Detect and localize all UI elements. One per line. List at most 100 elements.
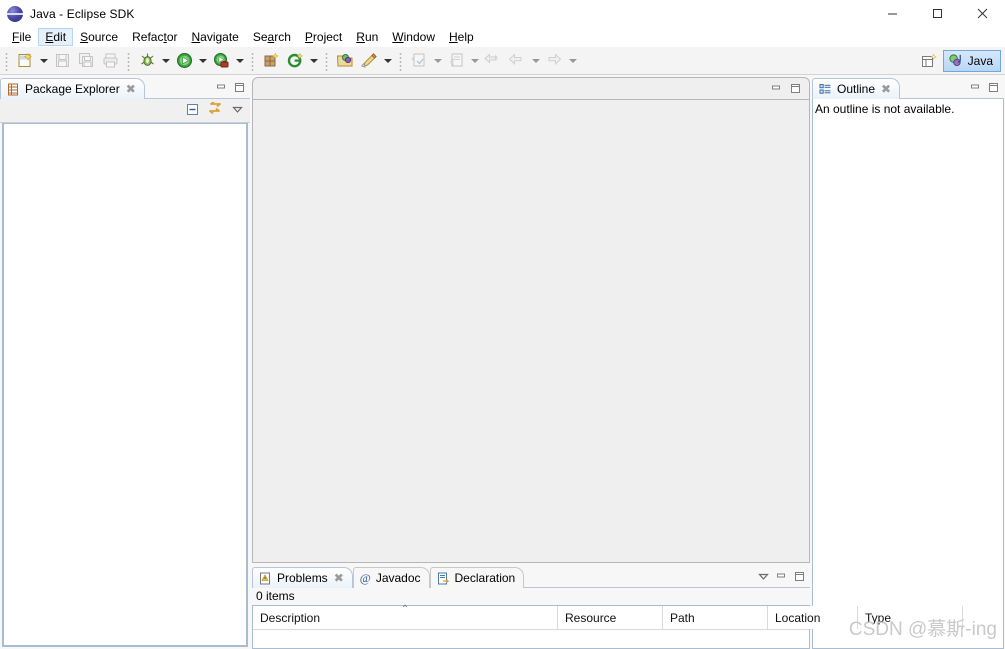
menu-help[interactable]: Help — [442, 28, 481, 46]
bottom-tabrow: Problems ✖ @ Javadoc Declaration — [252, 566, 810, 588]
menu-mnemonic: t — [163, 30, 167, 44]
debug-dropdown[interactable] — [159, 49, 172, 73]
external-tools-icon[interactable] — [209, 49, 233, 73]
problems-table: ⌃ Description Resource Path Location Type — [252, 604, 963, 649]
column-header-label: Resource — [565, 610, 617, 625]
tab-problems[interactable]: Problems ✖ — [252, 567, 353, 588]
table-header-row: ⌃ Description Resource Path Location Type — [253, 604, 963, 630]
maximize-part-icon[interactable] — [987, 81, 1000, 94]
new-java-class-dropdown[interactable] — [307, 49, 320, 73]
maximize-part-icon[interactable] — [793, 570, 806, 583]
tab-label: Javadoc — [375, 571, 421, 585]
column-header-type[interactable]: Type — [858, 606, 963, 629]
menu-mnemonic: W — [392, 30, 404, 44]
external-tools-dropdown[interactable] — [233, 49, 246, 73]
column-header-path[interactable]: Path — [663, 606, 768, 629]
menu-run[interactable]: Run — [349, 28, 385, 46]
package-explorer-icon — [8, 83, 18, 95]
view-menu-icon[interactable] — [757, 570, 770, 583]
tab-outline[interactable]: Outline ✖ — [812, 78, 901, 99]
search-dropdown[interactable] — [381, 49, 394, 73]
menu-mnemonic: H — [448, 30, 458, 44]
menu-window[interactable]: Window — [385, 28, 442, 46]
window-title: Java - Eclipse SDK — [30, 6, 135, 21]
run-icon[interactable] — [172, 49, 196, 73]
new-java-package-icon[interactable] — [259, 49, 283, 73]
problems-status-text: 0 items — [252, 588, 810, 605]
open-perspective-icon[interactable] — [917, 49, 943, 73]
back-dropdown — [529, 49, 542, 73]
debug-icon[interactable] — [135, 49, 159, 73]
new-java-class-icon[interactable] — [283, 49, 307, 73]
minimize-button[interactable] — [870, 0, 915, 27]
column-header-location[interactable]: Location — [768, 606, 858, 629]
java-perspective-icon — [949, 54, 961, 67]
maximize-part-icon[interactable] — [233, 81, 246, 94]
close-icon[interactable]: ✖ — [881, 83, 891, 95]
toolbar-grip[interactable] — [4, 50, 10, 71]
column-header-description[interactable]: ⌃ Description — [253, 604, 558, 629]
run-dropdown[interactable] — [196, 49, 209, 73]
save-all-icon — [74, 49, 98, 73]
workbench: Package Explorer ✖ Problems ✖ @ Javadoc … — [0, 75, 1005, 649]
package-explorer-tabrow: Package Explorer ✖ — [0, 77, 250, 99]
tab-javadoc[interactable]: @ Javadoc — [352, 567, 430, 588]
menu-file[interactable]: File — [5, 28, 38, 46]
minimize-part-icon[interactable] — [770, 82, 783, 95]
tab-declaration[interactable]: Declaration — [429, 567, 525, 588]
menu-project[interactable]: Project — [298, 28, 349, 46]
menu-navigate[interactable]: Navigate — [184, 28, 245, 46]
maximize-button[interactable] — [915, 0, 960, 27]
declaration-icon — [437, 572, 450, 585]
previous-annotation-dropdown — [468, 49, 481, 73]
menu-mnemonic: F — [12, 30, 20, 44]
title-bar: Java - Eclipse SDK — [0, 0, 1005, 27]
window-controls — [870, 0, 1005, 27]
close-icon[interactable]: ✖ — [126, 83, 136, 95]
new-wizard-dropdown[interactable] — [37, 49, 50, 73]
toolbar-grip[interactable] — [250, 50, 256, 71]
menu-search[interactable]: Search — [246, 28, 298, 46]
collapse-all-icon[interactable] — [185, 102, 200, 120]
minimize-part-icon[interactable] — [775, 570, 788, 583]
toolbar-grip[interactable] — [398, 50, 404, 71]
outline-tabrow: Outline ✖ — [812, 77, 1004, 99]
main-toolbar: Java — [0, 47, 1005, 75]
search-icon[interactable] — [357, 49, 381, 73]
package-explorer-view: Package Explorer ✖ — [0, 77, 250, 649]
tabrow-filler — [524, 567, 753, 588]
new-wizard-icon[interactable] — [13, 49, 37, 73]
toolbar-grip[interactable] — [126, 50, 132, 71]
menu-refactor[interactable]: Refactor — [125, 28, 184, 46]
menu-edit[interactable]: Edit — [38, 28, 74, 46]
package-explorer-tree[interactable] — [2, 123, 248, 647]
toolbar-group-search — [320, 47, 394, 75]
table-body[interactable] — [253, 630, 809, 648]
perspective-tab-java[interactable]: Java — [942, 50, 1001, 72]
save-icon — [50, 49, 74, 73]
forward-dropdown — [566, 49, 579, 73]
column-header-label: Description — [260, 610, 321, 625]
tab-label: Problems — [277, 571, 328, 585]
editor-empty-area[interactable] — [252, 99, 810, 563]
tab-label: Declaration — [454, 571, 516, 585]
close-icon[interactable]: ✖ — [334, 572, 344, 584]
toolbar-grip[interactable] — [324, 50, 330, 71]
view-menu-icon[interactable] — [231, 103, 244, 119]
tab-package-explorer[interactable]: Package Explorer ✖ — [0, 78, 145, 99]
maximize-part-icon[interactable] — [789, 82, 802, 95]
minimize-part-icon[interactable] — [969, 81, 982, 94]
toolbar-group-java — [246, 47, 320, 75]
bottom-part-buttons — [753, 567, 810, 588]
open-type-icon[interactable] — [333, 49, 357, 73]
package-explorer-part-buttons — [211, 78, 250, 99]
link-with-editor-icon[interactable] — [207, 100, 224, 120]
column-header-resource[interactable]: Resource — [558, 606, 663, 629]
minimize-part-icon[interactable] — [215, 81, 228, 94]
center-column: Problems ✖ @ Javadoc Declaration 0 items — [250, 77, 963, 649]
back-icon — [505, 49, 529, 73]
close-button[interactable] — [960, 0, 1005, 27]
menu-source[interactable]: Source — [73, 28, 125, 46]
outline-view: Outline ✖ An outline is not available. — [812, 77, 1005, 649]
menu-mnemonic: a — [267, 30, 275, 44]
